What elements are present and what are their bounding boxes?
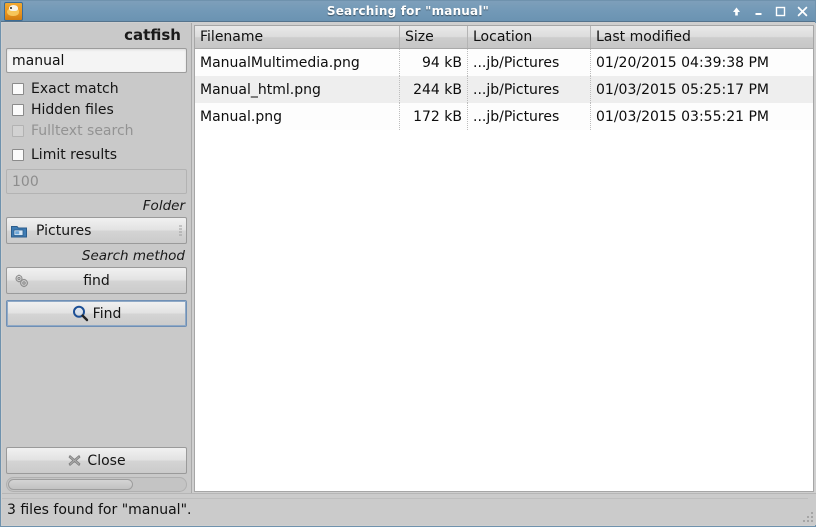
- checkbox-hidden-files[interactable]: Hidden files: [6, 99, 187, 120]
- search-method-value: find: [83, 272, 110, 289]
- cell-filename: Manual.png: [195, 103, 400, 130]
- status-separator: [2, 498, 808, 499]
- close-x-icon: [67, 453, 82, 468]
- minimize-button[interactable]: [752, 5, 765, 18]
- results-empty-area[interactable]: [195, 130, 813, 491]
- cell-last-modified: 01/20/2015 04:39:38 PM: [596, 54, 769, 71]
- folder-selector[interactable]: Pictures: [6, 217, 187, 244]
- checkbox-box-icon: [12, 103, 24, 116]
- checkbox-limit-results[interactable]: Limit results: [6, 144, 187, 165]
- checkbox-label: Fulltext search: [31, 122, 134, 139]
- results-tree[interactable]: Filename Size Location Last modified Man…: [194, 25, 814, 492]
- search-method-selector[interactable]: find: [6, 267, 187, 294]
- window-controls: [730, 1, 809, 22]
- search-sidebar: catfish manual Exact match Hidden files …: [2, 23, 192, 494]
- window-title: Searching for "manual": [326, 4, 490, 18]
- window-content: catfish manual Exact match Hidden files …: [2, 23, 816, 494]
- close-button-label: Close: [87, 452, 126, 469]
- search-input-value: manual: [12, 52, 65, 69]
- catfish-icon: [4, 1, 23, 21]
- column-header-location[interactable]: Location: [468, 26, 591, 48]
- combo-grip-icon: [179, 225, 182, 236]
- title-bar[interactable]: Searching for "manual": [1, 1, 815, 22]
- cell-size: 244 kB: [400, 76, 468, 103]
- close-icon[interactable]: [796, 5, 809, 18]
- checkbox-label: Hidden files: [31, 101, 114, 118]
- close-button[interactable]: Close: [6, 447, 187, 474]
- sidebar-horizontal-scrollbar[interactable]: [6, 477, 187, 492]
- column-header-last-modified[interactable]: Last modified: [591, 26, 813, 48]
- shade-button[interactable]: [730, 5, 743, 18]
- search-method-group-label: Search method: [81, 248, 185, 264]
- checkbox-box-icon: [12, 82, 24, 95]
- limit-results-input: 100: [6, 169, 187, 194]
- find-button[interactable]: Find: [6, 300, 187, 327]
- cell-size: 94 kB: [400, 49, 468, 76]
- scrollbar-thumb[interactable]: [8, 479, 134, 490]
- limit-results-value: 100: [12, 173, 39, 190]
- checkbox-exact-match[interactable]: Exact match: [6, 78, 187, 99]
- catfish-window: Searching for "manual" catfish manual Ex…: [0, 0, 816, 527]
- gears-icon: [13, 273, 31, 289]
- resize-grip[interactable]: [799, 508, 813, 522]
- cell-location: ...jb/Pictures: [468, 49, 591, 76]
- column-header-filename[interactable]: Filename: [195, 26, 400, 48]
- cell-location: ...jb/Pictures: [468, 103, 591, 130]
- table-row[interactable]: ManualMultimedia.png 94 kB ...jb/Picture…: [195, 49, 813, 76]
- table-row[interactable]: Manual_html.png 244 kB ...jb/Pictures 01…: [195, 76, 813, 103]
- cell-last-modified: 01/03/2015 03:55:21 PM: [596, 108, 769, 125]
- checkbox-box-icon: [12, 124, 24, 137]
- cell-location: ...jb/Pictures: [468, 76, 591, 103]
- column-header-size[interactable]: Size: [400, 26, 468, 48]
- cell-last-modified: 01/03/2015 05:25:17 PM: [596, 81, 769, 98]
- status-bar: 3 files found for "manual".: [2, 493, 816, 525]
- search-input[interactable]: manual: [6, 48, 187, 73]
- checkbox-label: Limit results: [31, 146, 118, 163]
- status-text: 3 files found for "manual".: [7, 501, 192, 518]
- results-pane: Filename Size Location Last modified Man…: [192, 23, 816, 494]
- checkbox-box-icon: [12, 148, 24, 161]
- folder-icon: [11, 224, 27, 238]
- table-row[interactable]: Manual.png 172 kB ...jb/Pictures 01/03/2…: [195, 103, 813, 130]
- results-header-row: Filename Size Location Last modified: [195, 26, 813, 49]
- cell-filename: ManualMultimedia.png: [195, 49, 400, 76]
- cell-size: 172 kB: [400, 103, 468, 130]
- app-name-heading: catfish: [124, 26, 181, 44]
- folder-group-label: Folder: [142, 198, 185, 214]
- checkbox-fulltext-search: Fulltext search: [6, 120, 187, 141]
- magnifier-icon: [72, 305, 89, 322]
- maximize-button[interactable]: [774, 5, 787, 18]
- find-button-label: Find: [92, 305, 122, 322]
- checkbox-label: Exact match: [31, 80, 119, 97]
- cell-filename: Manual_html.png: [195, 76, 400, 103]
- folder-value: Pictures: [36, 222, 92, 239]
